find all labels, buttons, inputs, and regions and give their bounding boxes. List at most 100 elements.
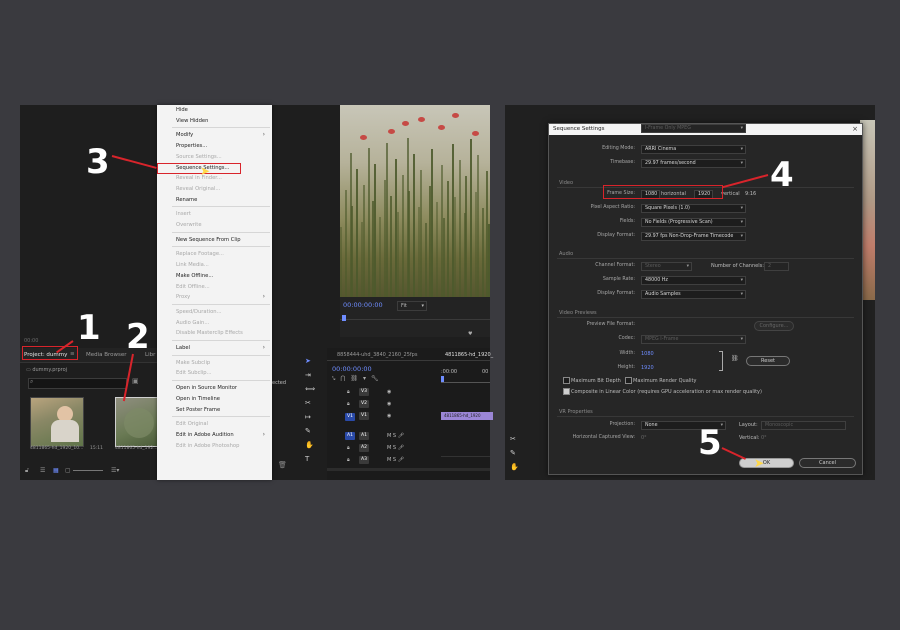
lock-icon[interactable]: 🔒︎ (347, 445, 350, 451)
sample-rate-select[interactable]: 48000 Hz ▾ (641, 276, 746, 285)
max-render-quality-checkbox[interactable] (625, 377, 632, 384)
slip-tool-icon[interactable]: ↦ (305, 413, 311, 421)
zoom-slider[interactable] (73, 470, 103, 471)
context-menu-item[interactable]: Rename (176, 197, 197, 203)
fields-select[interactable]: No Fields (Progressive Scan) ▾ (641, 218, 746, 227)
configure-button[interactable]: Configure... (754, 321, 794, 331)
lock-icon[interactable]: 🔒︎ (347, 401, 350, 407)
display-format-select[interactable]: 29.97 fps Non-Drop-Frame Timecode ▾ (641, 232, 746, 241)
cancel-button[interactable]: Cancel (799, 458, 856, 468)
context-menu-item: Edit in Adobe Photoshop (176, 442, 240, 449)
pen-tool-icon[interactable]: ✎ (305, 427, 311, 435)
lock-icon[interactable]: 🔒︎ (347, 457, 350, 463)
ripple-edit-tool-icon[interactable]: ⟺ (305, 385, 315, 393)
timeline-tab-2[interactable]: 4811865-hd_1920_ (445, 352, 493, 358)
hand-tool-icon[interactable]: ✋ (305, 441, 314, 449)
source-patch-a1[interactable]: A1 (345, 432, 355, 440)
freeform-view-icon[interactable]: ▢ (65, 467, 71, 474)
track-label[interactable]: A1 (359, 432, 369, 440)
num-channels-label: Number of Channels: (711, 263, 764, 269)
layout-select[interactable]: Monoscopic (761, 421, 846, 430)
link-icon[interactable]: ⛓ (731, 355, 739, 362)
codec-select[interactable]: MPEG I-Frame ▾ (641, 335, 746, 344)
mute-solo-icons[interactable]: M S 🎤︎ (387, 433, 404, 439)
icon-view-icon[interactable]: ▦ (53, 467, 59, 474)
timebase-select[interactable]: 29.97 frames/second ▾ (641, 159, 746, 168)
vertical-captured-value[interactable]: 0° (761, 435, 767, 441)
mute-solo-icons[interactable]: M S 🎤︎ (387, 445, 404, 451)
horizontal-captured-value[interactable]: 0° (641, 435, 647, 441)
tab-media-browser[interactable]: Media Browser (86, 352, 127, 358)
context-menu-item[interactable]: Properties... (176, 143, 207, 149)
marker-icon[interactable]: ▾ (363, 375, 371, 382)
media-thumbnail-2[interactable] (115, 397, 162, 447)
max-bit-depth-checkbox[interactable] (563, 377, 570, 384)
wrench-icon[interactable]: ♥ (468, 331, 472, 337)
fit-select[interactable]: Fit ▾ (397, 301, 427, 311)
track-label[interactable]: A3 (359, 456, 369, 464)
track-label[interactable]: A2 (359, 444, 369, 452)
context-menu-item[interactable]: New Sequence From Clip (176, 237, 241, 243)
pixel-aspect-select[interactable]: Square Pixels (1.0) ▾ (641, 204, 746, 213)
razor-tool-icon[interactable]: ✂ (305, 399, 311, 407)
magnet-icon[interactable]: ⋂ (340, 375, 350, 382)
context-menu-item[interactable]: Make Offline... (176, 273, 213, 279)
height-value[interactable]: 1920 (641, 365, 654, 371)
context-menu-item[interactable]: Open in Source Monitor (176, 385, 237, 391)
linked-icon[interactable]: ⛓ (350, 375, 363, 382)
video-clip[interactable]: 4811865-hd_1920 (441, 412, 493, 420)
tools-panel: ➤ ⇥ ⟺ ✂ ↦ ✎ ✋ T (300, 355, 318, 465)
eye-icon[interactable]: ◉ (387, 401, 391, 407)
context-menu-item[interactable]: Modify (176, 132, 193, 138)
close-icon[interactable]: × (852, 125, 858, 133)
lock-icon[interactable]: 🔒︎ (347, 389, 350, 395)
context-menu-item[interactable]: Hide (176, 107, 188, 113)
grass-stem (454, 197, 456, 297)
bin-icon[interactable]: ▣ (132, 377, 139, 385)
num-channels-input[interactable]: 2 (764, 262, 789, 271)
ok-button[interactable]: OK (739, 458, 794, 468)
timeline-playhead[interactable] (441, 376, 444, 382)
context-menu-item: Overwrite (176, 222, 202, 228)
width-value[interactable]: 1080 (641, 351, 654, 357)
lock-icon[interactable]: 🔓︎ (25, 467, 29, 475)
context-menu-item[interactable]: View Hidden (176, 118, 208, 124)
channel-format-select[interactable]: Stereo ▾ (641, 262, 692, 271)
grass-stem (413, 154, 416, 297)
type-tool-icon[interactable]: T (305, 455, 309, 463)
eye-icon[interactable]: ◉ (387, 413, 391, 419)
monitor-timeline-bar[interactable] (340, 319, 490, 320)
track-label[interactable]: V1 (359, 412, 369, 420)
timeline-tab-1[interactable]: 8858444-uhd_3840_2160_25fps (337, 352, 417, 358)
trash-icon[interactable]: 🗑︎ (278, 461, 287, 469)
audio-track-header: 🔒︎ A3 M S 🎤︎ (327, 456, 442, 466)
track-label[interactable]: V3 (359, 388, 369, 396)
sort-icon[interactable]: ☰▾ (111, 467, 119, 474)
media-thumbnail-1[interactable] (30, 397, 84, 447)
thumb-subject-body (51, 420, 79, 442)
context-menu-item[interactable]: Edit in Adobe Audition (176, 432, 234, 438)
track-select-tool-icon[interactable]: ⇥ (305, 371, 311, 379)
search-input[interactable] (28, 378, 127, 389)
context-menu-item[interactable]: Set Poster Frame (176, 407, 220, 413)
context-menu-item[interactable]: Label (176, 345, 190, 351)
selection-tool-icon[interactable]: ➤ (305, 357, 311, 365)
timeline-ruler[interactable] (441, 376, 490, 383)
context-menu-item[interactable]: Open in Timeline (176, 396, 220, 402)
eye-icon[interactable]: ◉ (387, 389, 391, 395)
settings-icon[interactable]: 🔧︎ (371, 375, 384, 382)
list-view-icon[interactable]: ☰ (40, 467, 45, 474)
mute-solo-icons[interactable]: M S 🎤︎ (387, 457, 404, 463)
source-patch-v1[interactable]: V1 (345, 413, 355, 421)
monitor-playhead[interactable] (342, 315, 346, 321)
audio-display-format-select[interactable]: Audio Samples ▾ (641, 290, 746, 299)
monitor-timecode: 00:00:00:00 (343, 301, 383, 309)
editing-mode-select[interactable]: ARRI Cinema ▾ (641, 145, 746, 154)
reset-button[interactable]: Reset (746, 356, 790, 366)
grass-stem (442, 218, 445, 297)
timeline-scrollbar[interactable] (327, 468, 490, 471)
track-label[interactable]: V2 (359, 400, 369, 408)
composite-linear-checkbox[interactable] (563, 388, 570, 395)
max-render-quality-label: Maximum Render Quality (633, 378, 697, 384)
preview-format-select[interactable]: I-Frame Only MPEG ▾ (641, 124, 746, 133)
